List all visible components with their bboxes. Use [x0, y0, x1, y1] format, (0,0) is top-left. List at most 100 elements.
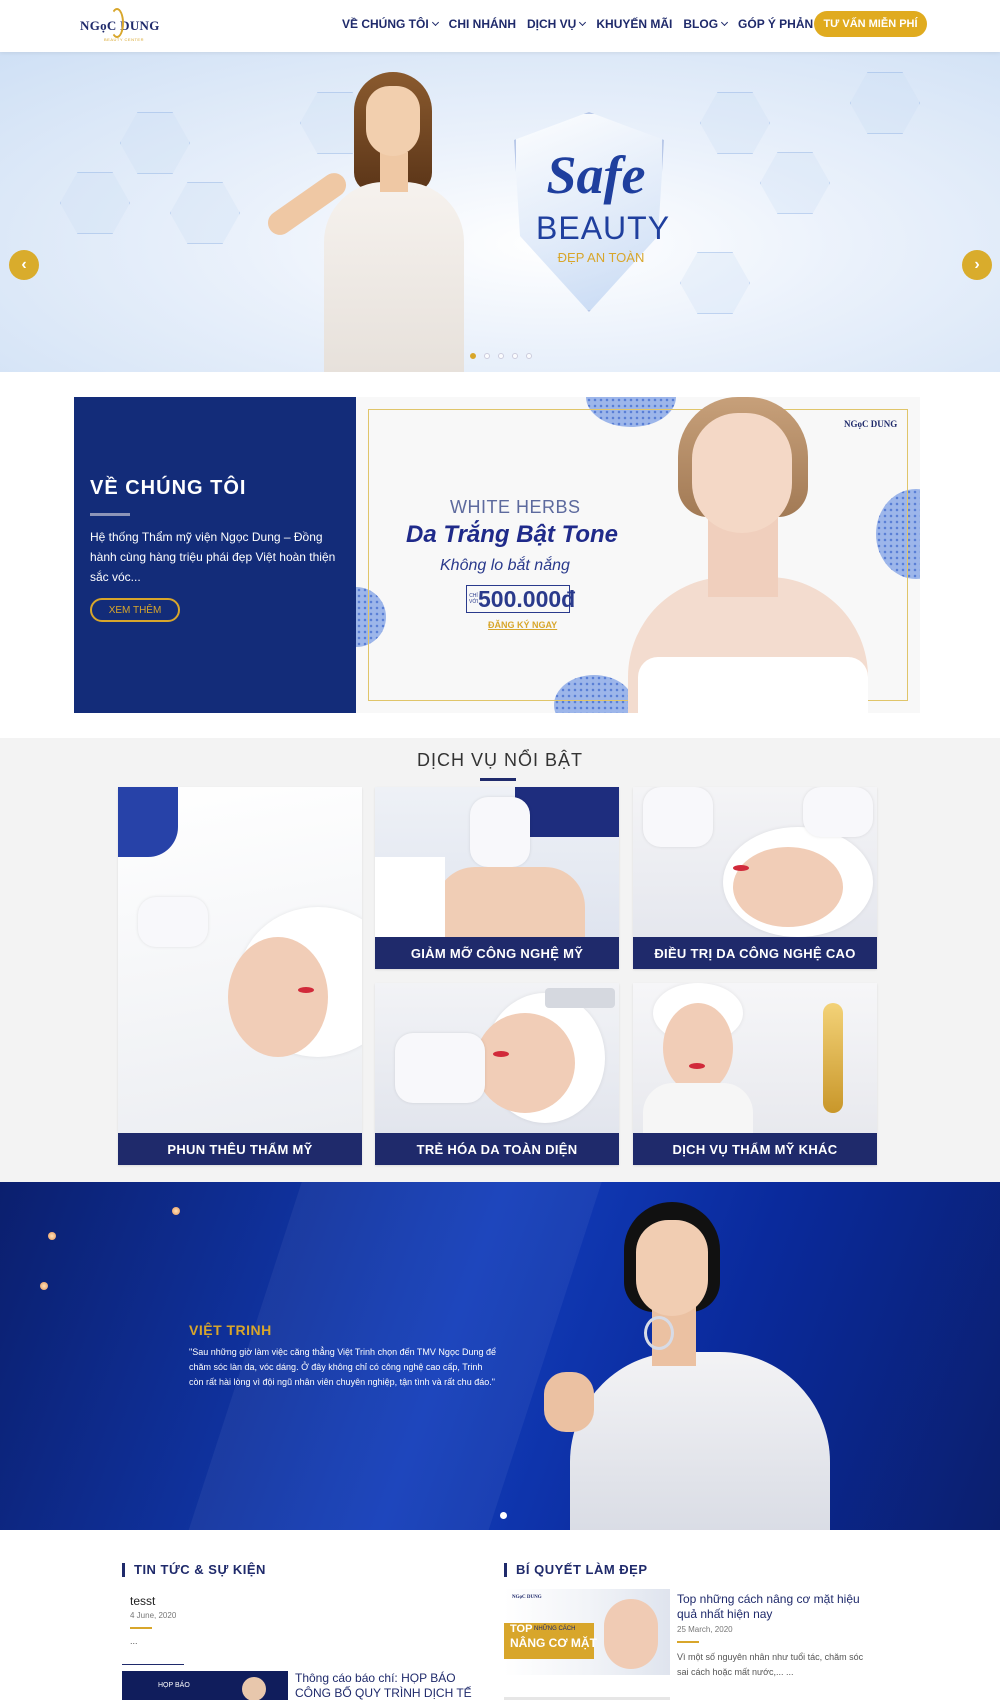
promo-line-3: Không lo bắt nắng — [440, 557, 570, 574]
hero-headline-2: BEAUTY — [536, 210, 671, 246]
about-panel: VỀ CHÚNG TÔI Hệ thống Thẩm mỹ viện Ngọc … — [74, 397, 356, 713]
service-card-fat-reduction[interactable]: GIẢM MỠ CÔNG NGHỆ MỸ — [375, 787, 619, 969]
nav-label: BLOG — [683, 17, 719, 31]
chevron-down-icon — [579, 18, 587, 27]
news-item-title[interactable]: tesst — [130, 1594, 155, 1608]
nav-label: DỊCH VỤ — [527, 17, 577, 31]
thumb-logo: NGọC DUNG — [512, 1595, 542, 1600]
nav-item-about[interactable]: VỀ CHÚNG TÔI — [342, 17, 439, 31]
news-thumbnail[interactable]: HỌP BÁO — [122, 1671, 288, 1700]
promo-banner[interactable]: NGọC DUNG WHITE HERBS Da Trắng Bật Tone … — [356, 397, 920, 713]
hex-decoration — [120, 112, 190, 174]
slider-dot[interactable] — [512, 353, 518, 359]
nav-item-services[interactable]: DỊCH VỤ — [527, 17, 587, 31]
register-link[interactable]: ĐĂNG KÝ NGAY — [488, 620, 557, 630]
hex-decoration — [760, 152, 830, 214]
sparkle-decoration — [40, 1282, 48, 1290]
nav-item-promotions[interactable]: KHUYẾN MÃI — [596, 17, 672, 31]
service-label: ĐIỀU TRỊ DA CÔNG NGHỆ CAO — [633, 937, 877, 969]
brand-tagline: BEAUTY CENTER — [104, 37, 144, 42]
slider-dot[interactable] — [526, 353, 532, 359]
service-card-rejuvenation[interactable]: TRẺ HÓA DA TOÀN DIỆN — [375, 983, 619, 1165]
testimonial-name: VIỆT TRINH — [189, 1322, 272, 1338]
read-more-button[interactable]: XEM THÊM — [90, 598, 180, 622]
service-image — [375, 983, 619, 1133]
tip-item-title[interactable]: Top những cách nâng cơ mặt hiệu quả nhất… — [677, 1592, 867, 1622]
thumb-small: NHỮNG CÁCH — [534, 1626, 576, 1632]
testimonial-portrait — [540, 1202, 860, 1530]
promo-line-1: WHITE HERBS — [450, 497, 581, 517]
tip-thumbnail[interactable]: NGọC DUNG TOP NHỮNG CÁCH NÂNG CƠ MẶT — [504, 1589, 670, 1675]
featured-services: DỊCH VỤ NỔI BẬT PHUN THÊU THẨM MỸ GIẢM M… — [0, 738, 1000, 1182]
promo-price: 500.000đ — [478, 585, 576, 612]
thumb-person — [242, 1677, 266, 1700]
section-title: DỊCH VỤ NỔI BẬT — [416, 750, 583, 770]
title-underline — [90, 513, 130, 516]
tip-item-excerpt: Vì một số nguyên nhân như tuổi tác, chăm… — [677, 1652, 864, 1677]
chevron-right-icon: › — [974, 256, 980, 273]
slider-dot[interactable] — [470, 353, 476, 359]
hex-decoration — [170, 182, 240, 244]
service-card-other[interactable]: DỊCH VỤ THẨM MỸ KHÁC — [633, 983, 877, 1165]
news-item-title[interactable]: Thông cáo báo chí: HỌP BÁO CÔNG BỐ QUY T… — [295, 1671, 490, 1700]
hex-decoration — [700, 92, 770, 154]
news-section-title: TIN TỨC & SỰ KIỆN — [122, 1563, 266, 1577]
hero-model-image — [262, 72, 492, 372]
slider-dot[interactable] — [484, 353, 490, 359]
slider-dots — [470, 353, 532, 359]
chevron-down-icon — [721, 18, 729, 27]
hero-subline: ĐẸP AN TOÀN — [557, 250, 645, 265]
service-label: DỊCH VỤ THẨM MỸ KHÁC — [633, 1133, 877, 1165]
news-item-date: 4 June, 2020 — [130, 1611, 177, 1620]
news-divider — [122, 1664, 184, 1665]
thumb-caption: NÂNG CƠ MẶT — [510, 1636, 597, 1650]
about-body: Hệ thống Thẩm mỹ viện Ngọc Dung – Đồng h… — [90, 530, 336, 584]
slider-dot[interactable] — [498, 353, 504, 359]
testimonial-dot[interactable] — [500, 1512, 507, 1519]
hex-decoration — [60, 172, 130, 234]
service-label: TRẺ HÓA DA TOÀN DIỆN — [375, 1133, 619, 1165]
hex-decoration — [850, 72, 920, 134]
testimonial-quote: "Sau những giờ làm việc căng thẳng Việt … — [189, 1347, 496, 1387]
tip-item-date: 25 March, 2020 — [677, 1625, 733, 1634]
service-image — [633, 983, 877, 1133]
nav-item-blog[interactable]: BLOG — [683, 17, 729, 31]
main-nav: VỀ CHÚNG TÔI CHI NHÁNH DỊCH VỤ KHUYẾN MÃ… — [342, 0, 849, 48]
nav-label: CHI NHÁNH — [448, 17, 517, 31]
tips-section-title: BÍ QUYẾT LÀM ĐẸP — [504, 1563, 648, 1577]
service-image — [633, 787, 877, 937]
title-underline — [480, 778, 516, 781]
nav-label: VỀ CHÚNG TÔI — [342, 17, 429, 31]
tip-divider — [677, 1641, 699, 1643]
promo-logo: NGọC DUNG — [844, 419, 898, 429]
hex-decoration — [680, 252, 750, 314]
logo-swirl-icon — [110, 8, 124, 38]
nav-label: KHUYẾN MÃI — [596, 17, 673, 31]
slider-next-button[interactable]: › — [962, 250, 992, 280]
service-image — [375, 787, 619, 937]
service-label: PHUN THÊU THẨM MỸ — [118, 1133, 362, 1165]
nav-item-branches[interactable]: CHI NHÁNH — [449, 17, 516, 31]
testimonial-section: VIỆT TRINH "Sau những giờ làm việc căng … — [0, 1182, 1000, 1530]
free-consult-button[interactable]: TƯ VẤN MIỄN PHÍ — [814, 11, 927, 37]
site-header: NGọC DUNG BEAUTY CENTER VỀ CHÚNG TÔI CHI… — [0, 0, 1000, 52]
price-box: CHỈ VỚI 500.000đ — [466, 585, 575, 613]
news-item-excerpt: ... — [130, 1636, 138, 1646]
thumb-top: TOP — [510, 1623, 533, 1635]
service-image — [118, 787, 362, 1133]
thumb-caption: HỌP BÁO — [158, 1682, 190, 1689]
sparkle-decoration — [48, 1232, 56, 1240]
brand-logo[interactable]: NGọC DUNG BEAUTY CENTER — [80, 8, 159, 44]
thumb-face — [604, 1599, 658, 1669]
slider-prev-button[interactable]: ‹ — [9, 250, 39, 280]
news-divider — [130, 1627, 152, 1629]
promo-line-2: Da Trắng Bật Tone — [406, 521, 619, 548]
about-title: VỀ CHÚNG TÔI — [90, 477, 247, 499]
chevron-left-icon: ‹ — [21, 256, 27, 273]
price-prefix: CHỈ VỚI — [469, 593, 479, 605]
hero-slider: Safe BEAUTY ĐẸP AN TOÀN ‹ › — [0, 52, 1000, 372]
service-card-tattoo[interactable]: PHUN THÊU THẨM MỸ — [118, 787, 362, 1165]
hero-headline: Safe — [546, 145, 646, 205]
promo-model-image — [608, 397, 868, 713]
service-card-skin-treatment[interactable]: ĐIỀU TRỊ DA CÔNG NGHỆ CAO — [633, 787, 877, 969]
